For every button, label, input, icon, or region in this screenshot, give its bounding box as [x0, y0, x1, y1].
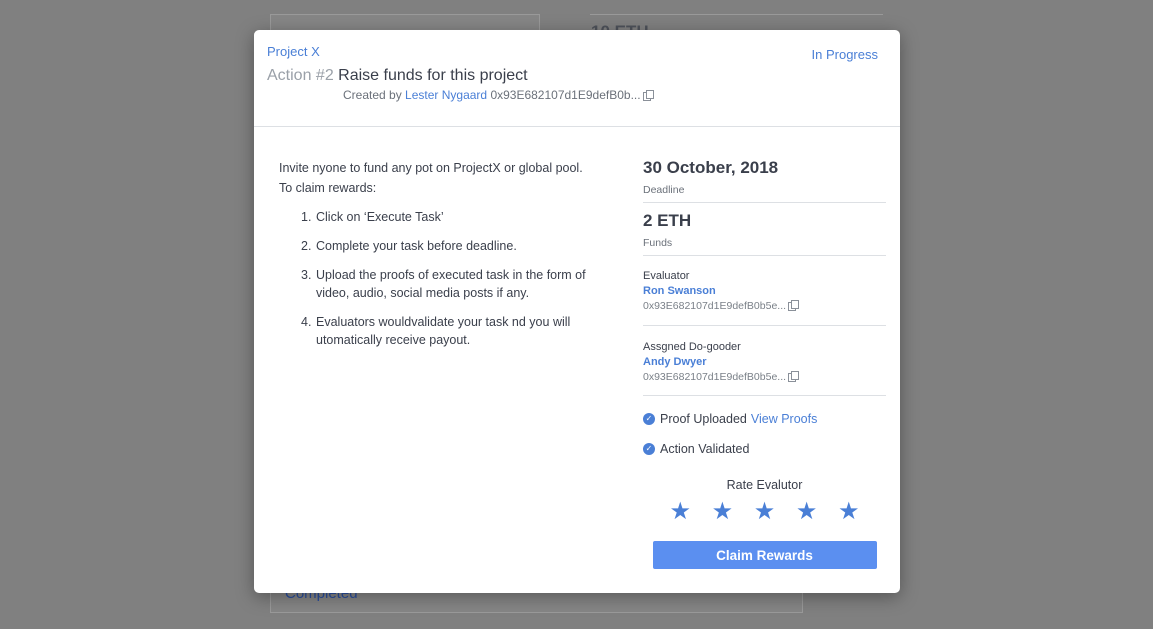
- funds-label: Funds: [643, 237, 673, 249]
- star-icon[interactable]: ★: [670, 500, 692, 524]
- list-item: 3. Upload the proofs of executed task in …: [301, 266, 619, 302]
- divider: [643, 395, 886, 396]
- funds-value: 2 ETH: [643, 211, 692, 230]
- evaluator-link[interactable]: Ron Swanson: [643, 285, 886, 297]
- step-number: 2.: [301, 239, 312, 253]
- description-intro: Invite nyone to fund any pot on ProjectX…: [279, 161, 583, 175]
- divider: [643, 202, 886, 203]
- action-validated-label: Action Validated: [660, 442, 750, 456]
- project-link[interactable]: Project X: [267, 44, 320, 59]
- evaluator-address: 0x93E682107d1E9defB0b5e...: [643, 300, 787, 312]
- star-icon[interactable]: ★: [796, 500, 818, 524]
- created-by-prefix: Created by: [343, 88, 402, 102]
- list-item: 2. Complete your task before deadline.: [301, 237, 619, 255]
- step-number: 1.: [301, 210, 312, 224]
- action-validated-row: ✓ Action Validated: [643, 442, 886, 456]
- check-icon: ✓: [643, 443, 655, 455]
- star-icon[interactable]: ★: [712, 500, 734, 524]
- step-number: 3.: [301, 268, 312, 282]
- step-text: Complete your task before deadline.: [316, 239, 517, 253]
- view-proofs-link[interactable]: View Proofs: [751, 412, 817, 426]
- evaluator-section: Evaluator Ron Swanson 0x93E682107d1E9def…: [643, 270, 886, 312]
- assigned-address: 0x93E682107d1E9defB0b5e...: [643, 371, 787, 383]
- step-number: 4.: [301, 315, 312, 329]
- creator-address: 0x93E682107d1E9defB0b...: [490, 88, 641, 102]
- assigned-address-row: 0x93E682107d1E9defB0b5e...: [643, 371, 886, 383]
- steps-list: 1. Click on ‘Execute Task’ 2. Complete you…: [279, 208, 619, 349]
- divider: [643, 325, 886, 326]
- deadline-value: 30 October, 2018: [643, 158, 779, 177]
- created-by-row: Created by Lester Nygaard 0x93E682107d1E…: [343, 88, 654, 102]
- list-item: 4. Evaluators wouldvalidate your task nd …: [301, 313, 619, 349]
- list-item: 1. Click on ‘Execute Task’: [301, 208, 619, 226]
- divider: [643, 255, 886, 256]
- check-icon: ✓: [643, 413, 655, 425]
- copy-icon[interactable]: [642, 90, 654, 101]
- copy-icon[interactable]: [788, 300, 800, 311]
- modal-header: Project X In Progress Action #2 Raise fu…: [254, 30, 900, 127]
- star-icon[interactable]: ★: [754, 500, 776, 524]
- status-badge: In Progress: [811, 47, 878, 62]
- rating-stars: ★ ★ ★ ★ ★: [670, 500, 860, 524]
- step-text: Evaluators wouldvalidate your task nd yo…: [316, 315, 571, 347]
- claim-heading: To claim rewards:: [279, 181, 377, 195]
- action-modal: Project X In Progress Action #2 Raise fu…: [254, 30, 900, 593]
- claim-rewards-button[interactable]: Claim Rewards: [652, 541, 877, 569]
- creator-link[interactable]: Lester Nygaard: [405, 88, 487, 102]
- copy-icon[interactable]: [788, 371, 800, 382]
- star-icon[interactable]: ★: [838, 500, 860, 524]
- deadline-label: Deadline: [643, 184, 685, 196]
- assigned-section: Assgned Do-gooder Andy Dwyer 0x93E682107…: [643, 341, 886, 383]
- action-title: Raise funds for this project: [338, 67, 528, 84]
- assigned-link[interactable]: Andy Dwyer: [643, 356, 886, 368]
- proof-uploaded-row: ✓ Proof Uploaded View Proofs: [643, 412, 886, 426]
- rate-evaluator-label: Rate Evalutor: [726, 478, 803, 492]
- evaluator-address-row: 0x93E682107d1E9defB0b5e...: [643, 300, 886, 312]
- task-details: 30 October, 2018 Deadline 2 ETH Funds Ev…: [643, 158, 886, 569]
- step-text: Click on ‘Execute Task’: [316, 210, 444, 224]
- assigned-title: Assgned Do-gooder: [643, 341, 741, 353]
- proof-uploaded-label: Proof Uploaded: [660, 412, 747, 426]
- evaluator-title: Evaluator: [643, 270, 690, 282]
- task-description: Invite nyone to fund any pot on ProjectX…: [279, 158, 619, 360]
- step-text: Upload the proofs of executed task in th…: [316, 268, 586, 300]
- action-title-row: Action #2 Raise funds for this project: [267, 67, 528, 85]
- action-number: Action #2: [267, 67, 334, 84]
